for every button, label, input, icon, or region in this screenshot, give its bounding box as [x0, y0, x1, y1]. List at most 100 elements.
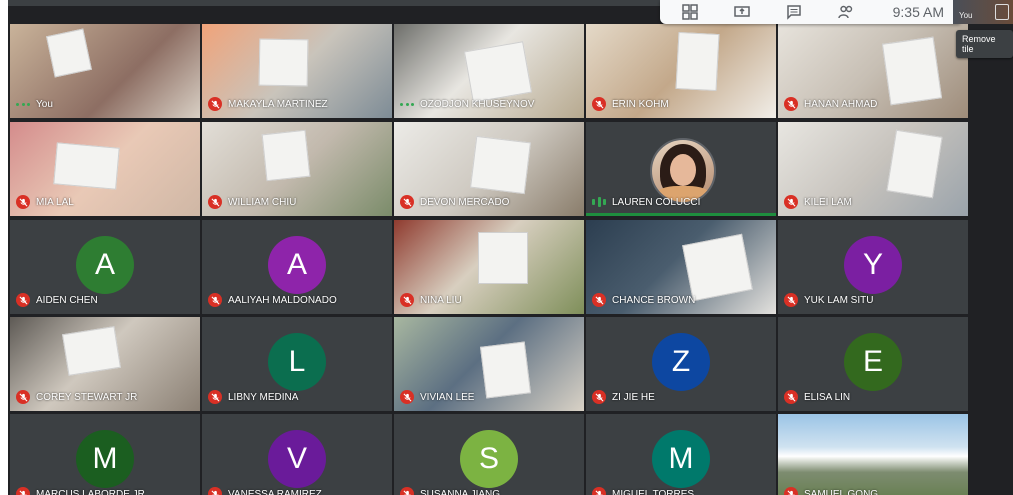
- mic-off-icon: [592, 97, 606, 111]
- participant-name: VIVIAN LEE: [420, 391, 475, 403]
- participant-label: AALIYAH MALDONADO: [208, 292, 337, 308]
- mic-off-icon: [400, 390, 414, 404]
- participant-tile-susanna-jiang[interactable]: S SUSANNA JIANG: [394, 414, 584, 495]
- mic-off-icon: [208, 293, 222, 307]
- participant-label: SUSANNA JIANG: [400, 486, 500, 495]
- participant-tile-chance-brown[interactable]: CHANCE BROWN: [586, 220, 776, 314]
- participant-label: SAMUEL GONG: [784, 486, 878, 495]
- participant-tile-yuk-lam-situ[interactable]: Y YUK LAM SITU: [778, 220, 968, 314]
- participant-name: LAUREN COLUCCI: [612, 196, 701, 208]
- paper-figure: [53, 142, 120, 190]
- participant-label: MAKAYLA MARTINEZ: [208, 96, 328, 112]
- dot: [21, 102, 25, 106]
- participant-tile-aiden-chen[interactable]: A AIDEN CHEN: [10, 220, 200, 314]
- paper-figure: [478, 232, 528, 284]
- mic-off-icon: [592, 487, 606, 495]
- self-preview-label: You: [959, 11, 973, 20]
- participant-name: ERIN KOHM: [612, 98, 669, 110]
- avatar: A: [268, 236, 326, 294]
- chat-icon[interactable]: [778, 0, 810, 24]
- participant-tile-william-chiu[interactable]: WILLIAM CHIU: [202, 122, 392, 216]
- participant-label: NINA LIU: [400, 292, 462, 308]
- participant-tile-aaliyah-maldonado[interactable]: A AALIYAH MALDONADO: [202, 220, 392, 314]
- avatar: V: [268, 430, 326, 488]
- participant-tile-elisa-lin[interactable]: E ELISA LIN: [778, 317, 968, 411]
- avatar: L: [268, 333, 326, 391]
- grid-layout-icon[interactable]: [674, 0, 706, 24]
- remove-tile-tooltip: Remove tile: [956, 30, 1013, 58]
- participant-label: CHANCE BROWN: [592, 292, 695, 308]
- participant-tile-libny-medina[interactable]: L LIBNY MEDINA: [202, 317, 392, 411]
- participant-name: WILLIAM CHIU: [228, 196, 297, 208]
- paper-figure: [675, 31, 720, 92]
- participant-tile-devon-mercado[interactable]: DEVON MERCADO: [394, 122, 584, 216]
- participant-tile-hanan-ahmad[interactable]: HANAN AHMAD: [778, 24, 968, 118]
- meeting-stage: You MAKAYLA MARTINEZ OZODJON KHUSEYNOV ERIN…: [8, 0, 1013, 495]
- mic-off-icon: [208, 97, 222, 111]
- participant-name: DEVON MERCADO: [420, 196, 510, 208]
- avatar: Y: [844, 236, 902, 294]
- mic-off-icon: [400, 195, 414, 209]
- speaking-indicator-icon: [592, 195, 606, 209]
- participant-label: LIBNY MEDINA: [208, 389, 298, 405]
- participant-tile-miguel-torres[interactable]: M MIGUEL TORRES: [586, 414, 776, 495]
- remove-tile-icon[interactable]: [995, 4, 1009, 20]
- participant-label: VANESSA RAMIREZ: [208, 486, 322, 495]
- participant-name: CHANCE BROWN: [612, 294, 696, 306]
- participant-name: OZODJON KHUSEYNOV: [420, 98, 535, 110]
- paper-figure: [62, 326, 121, 376]
- participant-tile-vivian-lee[interactable]: VIVIAN LEE: [394, 317, 584, 411]
- participant-name: HANAN AHMAD: [804, 98, 878, 110]
- participant-tile-marcus-laborde-jr[interactable]: M MARCUS LABORDE JR: [10, 414, 200, 495]
- participant-tile-mia-lal[interactable]: MIA LAL: [10, 122, 200, 216]
- participant-label: ERIN KOHM: [592, 96, 669, 112]
- participant-label: ELISA LIN: [784, 389, 850, 405]
- participant-tile-makayla-martinez[interactable]: MAKAYLA MARTINEZ: [202, 24, 392, 118]
- participant-label: MARCUS LABORDE JR: [16, 486, 145, 495]
- participant-grid: You MAKAYLA MARTINEZ OZODJON KHUSEYNOV ERIN…: [8, 0, 988, 495]
- participant-tile-lauren-colucci[interactable]: LAUREN COLUCCI: [586, 122, 776, 216]
- participant-tile-zi-jie-he[interactable]: Z ZI JIE HE: [586, 317, 776, 411]
- avatar: E: [844, 333, 902, 391]
- participant-tile-you[interactable]: You: [10, 24, 200, 118]
- dot: [16, 102, 19, 106]
- participant-tile-kilei-lam[interactable]: KILEI LAM: [778, 122, 968, 216]
- participant-name: VANESSA RAMIREZ: [228, 488, 322, 495]
- mic-off-icon: [16, 487, 30, 495]
- avatar: M: [652, 430, 710, 488]
- mic-off-icon: [592, 293, 606, 307]
- participant-name: LIBNY MEDINA: [228, 391, 299, 403]
- mic-off-icon: [784, 97, 798, 111]
- audio-bar: [603, 199, 606, 205]
- mic-off-icon: [16, 293, 30, 307]
- participant-label: AIDEN CHEN: [16, 292, 98, 308]
- participant-label: MIA LAL: [16, 194, 74, 210]
- participant-name: AIDEN CHEN: [36, 294, 98, 306]
- participant-label: You: [16, 96, 53, 112]
- paper-figure: [886, 129, 943, 199]
- participant-tile-samuel-gong[interactable]: SAMUEL GONG: [778, 414, 968, 495]
- participant-name: YUK LAM SITU: [804, 294, 874, 306]
- participant-label: DEVON MERCADO: [400, 194, 509, 210]
- participant-name: You: [36, 98, 53, 110]
- people-icon[interactable]: [830, 0, 862, 24]
- participant-label: MIGUEL TORRES: [592, 486, 694, 495]
- participant-tile-nina-liu[interactable]: NINA LIU: [394, 220, 584, 314]
- participant-tile-corey-stewart-jr[interactable]: COREY STEWART JR: [10, 317, 200, 411]
- dot: [405, 102, 409, 106]
- participant-tile-ozodjon-khuseynov[interactable]: OZODJON KHUSEYNOV: [394, 24, 584, 118]
- avatar: A: [76, 236, 134, 294]
- participant-tile-vanessa-ramirez[interactable]: V VANESSA RAMIREZ: [202, 414, 392, 495]
- participant-name: NINA LIU: [420, 294, 462, 306]
- present-icon[interactable]: [726, 0, 758, 24]
- participant-name: MAKAYLA MARTINEZ: [228, 98, 328, 110]
- participant-name: AALIYAH MALDONADO: [228, 294, 337, 306]
- participant-tile-erin-kohm[interactable]: ERIN KOHM: [586, 24, 776, 118]
- video-feed: [778, 414, 968, 495]
- dot: [400, 102, 403, 106]
- mic-off-icon: [208, 487, 222, 495]
- participant-name: ELISA LIN: [804, 391, 851, 403]
- dot: [27, 102, 30, 106]
- paper-figure: [881, 36, 943, 106]
- self-preview[interactable]: You: [953, 0, 1013, 24]
